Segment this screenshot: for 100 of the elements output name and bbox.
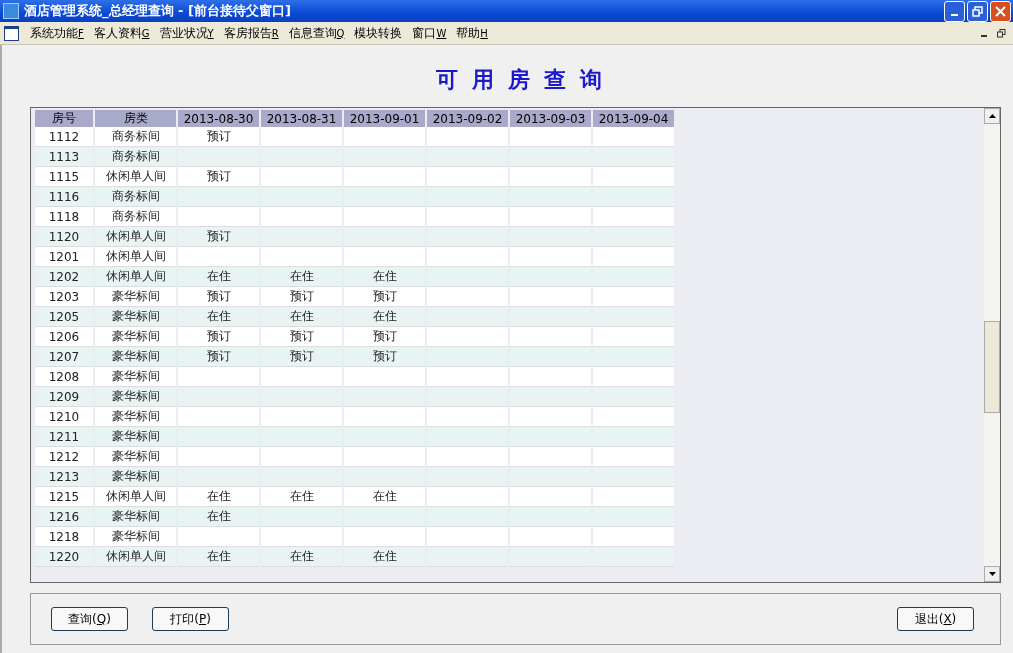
column-header: 2013-09-03 <box>510 110 591 127</box>
action-button[interactable]: 查询(Q) <box>51 607 128 631</box>
table-cell: 预订 <box>261 287 342 307</box>
table-cell: 休闲单人间 <box>95 547 176 567</box>
column-header: 2013-09-01 <box>344 110 425 127</box>
minimize-icon <box>980 34 987 37</box>
table-cell: 1202 <box>35 267 93 287</box>
table-cell: 在住 <box>344 307 425 327</box>
table-cell: 1201 <box>35 247 93 267</box>
restore-button[interactable] <box>994 26 1009 40</box>
action-button[interactable]: 退出(X) <box>897 607 974 631</box>
table-cell: 1112 <box>35 127 93 147</box>
table-cell: 1116 <box>35 187 93 207</box>
table-cell: 在住 <box>178 307 259 327</box>
menu-item[interactable]: 系统功能F <box>25 24 89 42</box>
table-cell: 豪华标间 <box>95 507 176 527</box>
table-cell: 豪华标间 <box>95 427 176 447</box>
table-cell: 豪华标间 <box>95 287 176 307</box>
table-cell: 1206 <box>35 327 93 347</box>
menu-item[interactable]: 营业状况Y <box>154 24 219 42</box>
table-cell: 1209 <box>35 387 93 407</box>
table-cell: 休闲单人间 <box>95 487 176 507</box>
table-cell: 商务标间 <box>95 147 176 167</box>
document-icon <box>4 25 19 41</box>
table-cell: 预订 <box>178 227 259 247</box>
menu-item[interactable]: 窗口 W <box>407 24 452 42</box>
table-cell: 1203 <box>35 287 93 307</box>
column-header: 房号 <box>35 110 93 127</box>
table-cell: 1120 <box>35 227 93 247</box>
close-button[interactable] <box>990 0 1011 22</box>
table-cell: 1118 <box>35 207 93 227</box>
menu-item[interactable]: 帮助H <box>451 24 493 42</box>
table-cell: 1207 <box>35 347 93 367</box>
table-cell: 商务标间 <box>95 187 176 207</box>
table-cell: 预订 <box>261 347 342 367</box>
column-header: 2013-08-30 <box>178 110 259 127</box>
table-cell: 休闲单人间 <box>95 227 176 247</box>
table-cell: 1208 <box>35 367 93 387</box>
scroll-up-icon[interactable] <box>984 108 1000 124</box>
table-cell: 1212 <box>35 447 93 467</box>
table-cell: 1215 <box>35 487 93 507</box>
table-cell: 商务标间 <box>95 207 176 227</box>
table-cell: 预订 <box>178 127 259 147</box>
table-cell: 休闲单人间 <box>95 167 176 187</box>
minimize-button[interactable] <box>944 0 965 22</box>
table-cell: 豪华标间 <box>95 527 176 547</box>
vertical-scrollbar[interactable] <box>984 108 1000 582</box>
table-cell: 豪华标间 <box>95 367 176 387</box>
menu-item[interactable]: 模块转换 <box>349 24 408 42</box>
app-logo-icon <box>3 3 19 19</box>
column-header: 2013-08-31 <box>261 110 342 127</box>
table-cell: 在住 <box>178 267 259 287</box>
table-cell: 预订 <box>261 327 342 347</box>
table-cell: 1115 <box>35 167 93 187</box>
scroll-thumb[interactable] <box>984 321 1000 413</box>
table-cell: 1210 <box>35 407 93 427</box>
table-cell: 在住 <box>178 507 259 527</box>
table-cell: 休闲单人间 <box>95 267 176 287</box>
table-cell: 豪华标间 <box>95 447 176 467</box>
table-cell: 豪华标间 <box>95 467 176 487</box>
scroll-down-icon[interactable] <box>984 566 1000 582</box>
menu-item[interactable]: 信息查询Q <box>283 24 350 42</box>
table-cell: 1113 <box>35 147 93 167</box>
table-cell: 在住 <box>344 487 425 507</box>
table-cell: 豪华标间 <box>95 407 176 427</box>
table-cell: 在住 <box>178 487 259 507</box>
action-button[interactable]: 打印(P) <box>152 607 229 631</box>
table-cell: 在住 <box>344 267 425 287</box>
table-cell: 1205 <box>35 307 93 327</box>
table-cell: 豪华标间 <box>95 347 176 367</box>
column-header: 2013-09-04 <box>593 110 674 127</box>
table-cell: 预订 <box>344 287 425 307</box>
minimize-icon <box>951 13 958 16</box>
table-cell: 在住 <box>178 547 259 567</box>
table-cell: 在住 <box>344 547 425 567</box>
restore-icon <box>997 28 1006 38</box>
close-icon <box>995 5 1006 17</box>
table-cell: 在住 <box>261 307 342 327</box>
table-cell: 1211 <box>35 427 93 447</box>
column-header: 2013-09-02 <box>427 110 508 127</box>
table-cell: 在住 <box>261 487 342 507</box>
table-cell: 在住 <box>261 267 342 287</box>
table-cell: 预订 <box>178 287 259 307</box>
table-cell: 休闲单人间 <box>95 247 176 267</box>
restore-icon <box>972 5 983 17</box>
menu-item[interactable]: 客房报告R <box>218 24 284 42</box>
restore-button[interactable] <box>967 0 988 22</box>
table-cell: 豪华标间 <box>95 387 176 407</box>
table-cell: 预订 <box>178 327 259 347</box>
table-cell: 豪华标间 <box>95 307 176 327</box>
column-header: 房类 <box>95 110 176 127</box>
table-cell: 1213 <box>35 467 93 487</box>
table-cell: 预订 <box>178 167 259 187</box>
table-cell: 预订 <box>344 347 425 367</box>
menu-item[interactable]: 客人资料G <box>88 24 155 42</box>
page-title: 可用房查询 <box>434 65 617 94</box>
table-cell: 1216 <box>35 507 93 527</box>
table-cell: 预订 <box>344 327 425 347</box>
window-title: 酒店管理系统_总经理查询 - [前台接待父窗口] <box>24 2 292 20</box>
table-cell: 商务标间 <box>95 127 176 147</box>
